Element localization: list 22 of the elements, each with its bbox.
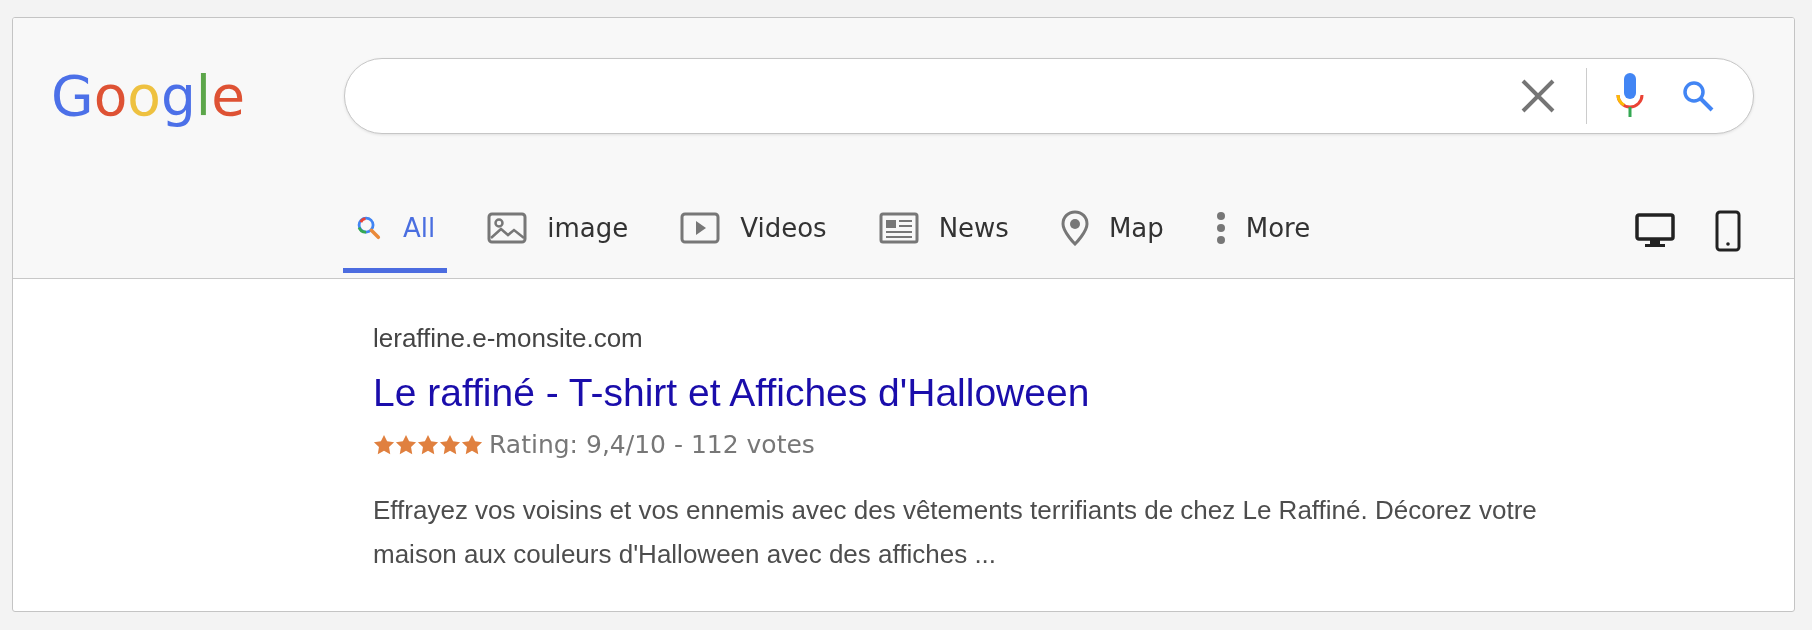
tab[interactable]: Map [1048,188,1176,273]
play-icon [680,212,721,244]
close-icon[interactable] [1520,78,1556,114]
desktop-icon[interactable] [1635,212,1675,249]
search-icon[interactable] [1681,79,1715,113]
map-pin-icon [1060,210,1089,246]
tab[interactable]: News [866,188,1021,273]
phone-icon[interactable] [1715,209,1741,252]
search-field[interactable] [344,58,1754,134]
tab[interactable]: Videos [668,188,839,273]
tab[interactable]: image [475,188,641,273]
result-url: leraffine.e-monsite.com [373,323,644,354]
result-snippet: Effrayez vos voisins et vos ennemis avec des vêtements terrifiants de chez Le Raffiné. Décorez votre maison aux couleurs d'Halloween avec des affiches ... [373,494,1538,571]
tab[interactable]: More [1203,188,1323,273]
result-title-link[interactable]: Le raffiné - T-shirt et Affiches d'Halloween [373,371,1794,415]
newspaper-icon [878,212,919,244]
search-icon [355,214,383,242]
rating-text: Rating: 9,4/10 - 112 votes [489,430,815,459]
more-icon [1215,211,1226,245]
image-icon [487,212,528,244]
tab[interactable]: All [343,188,448,273]
google-logo: Google [51,64,246,128]
